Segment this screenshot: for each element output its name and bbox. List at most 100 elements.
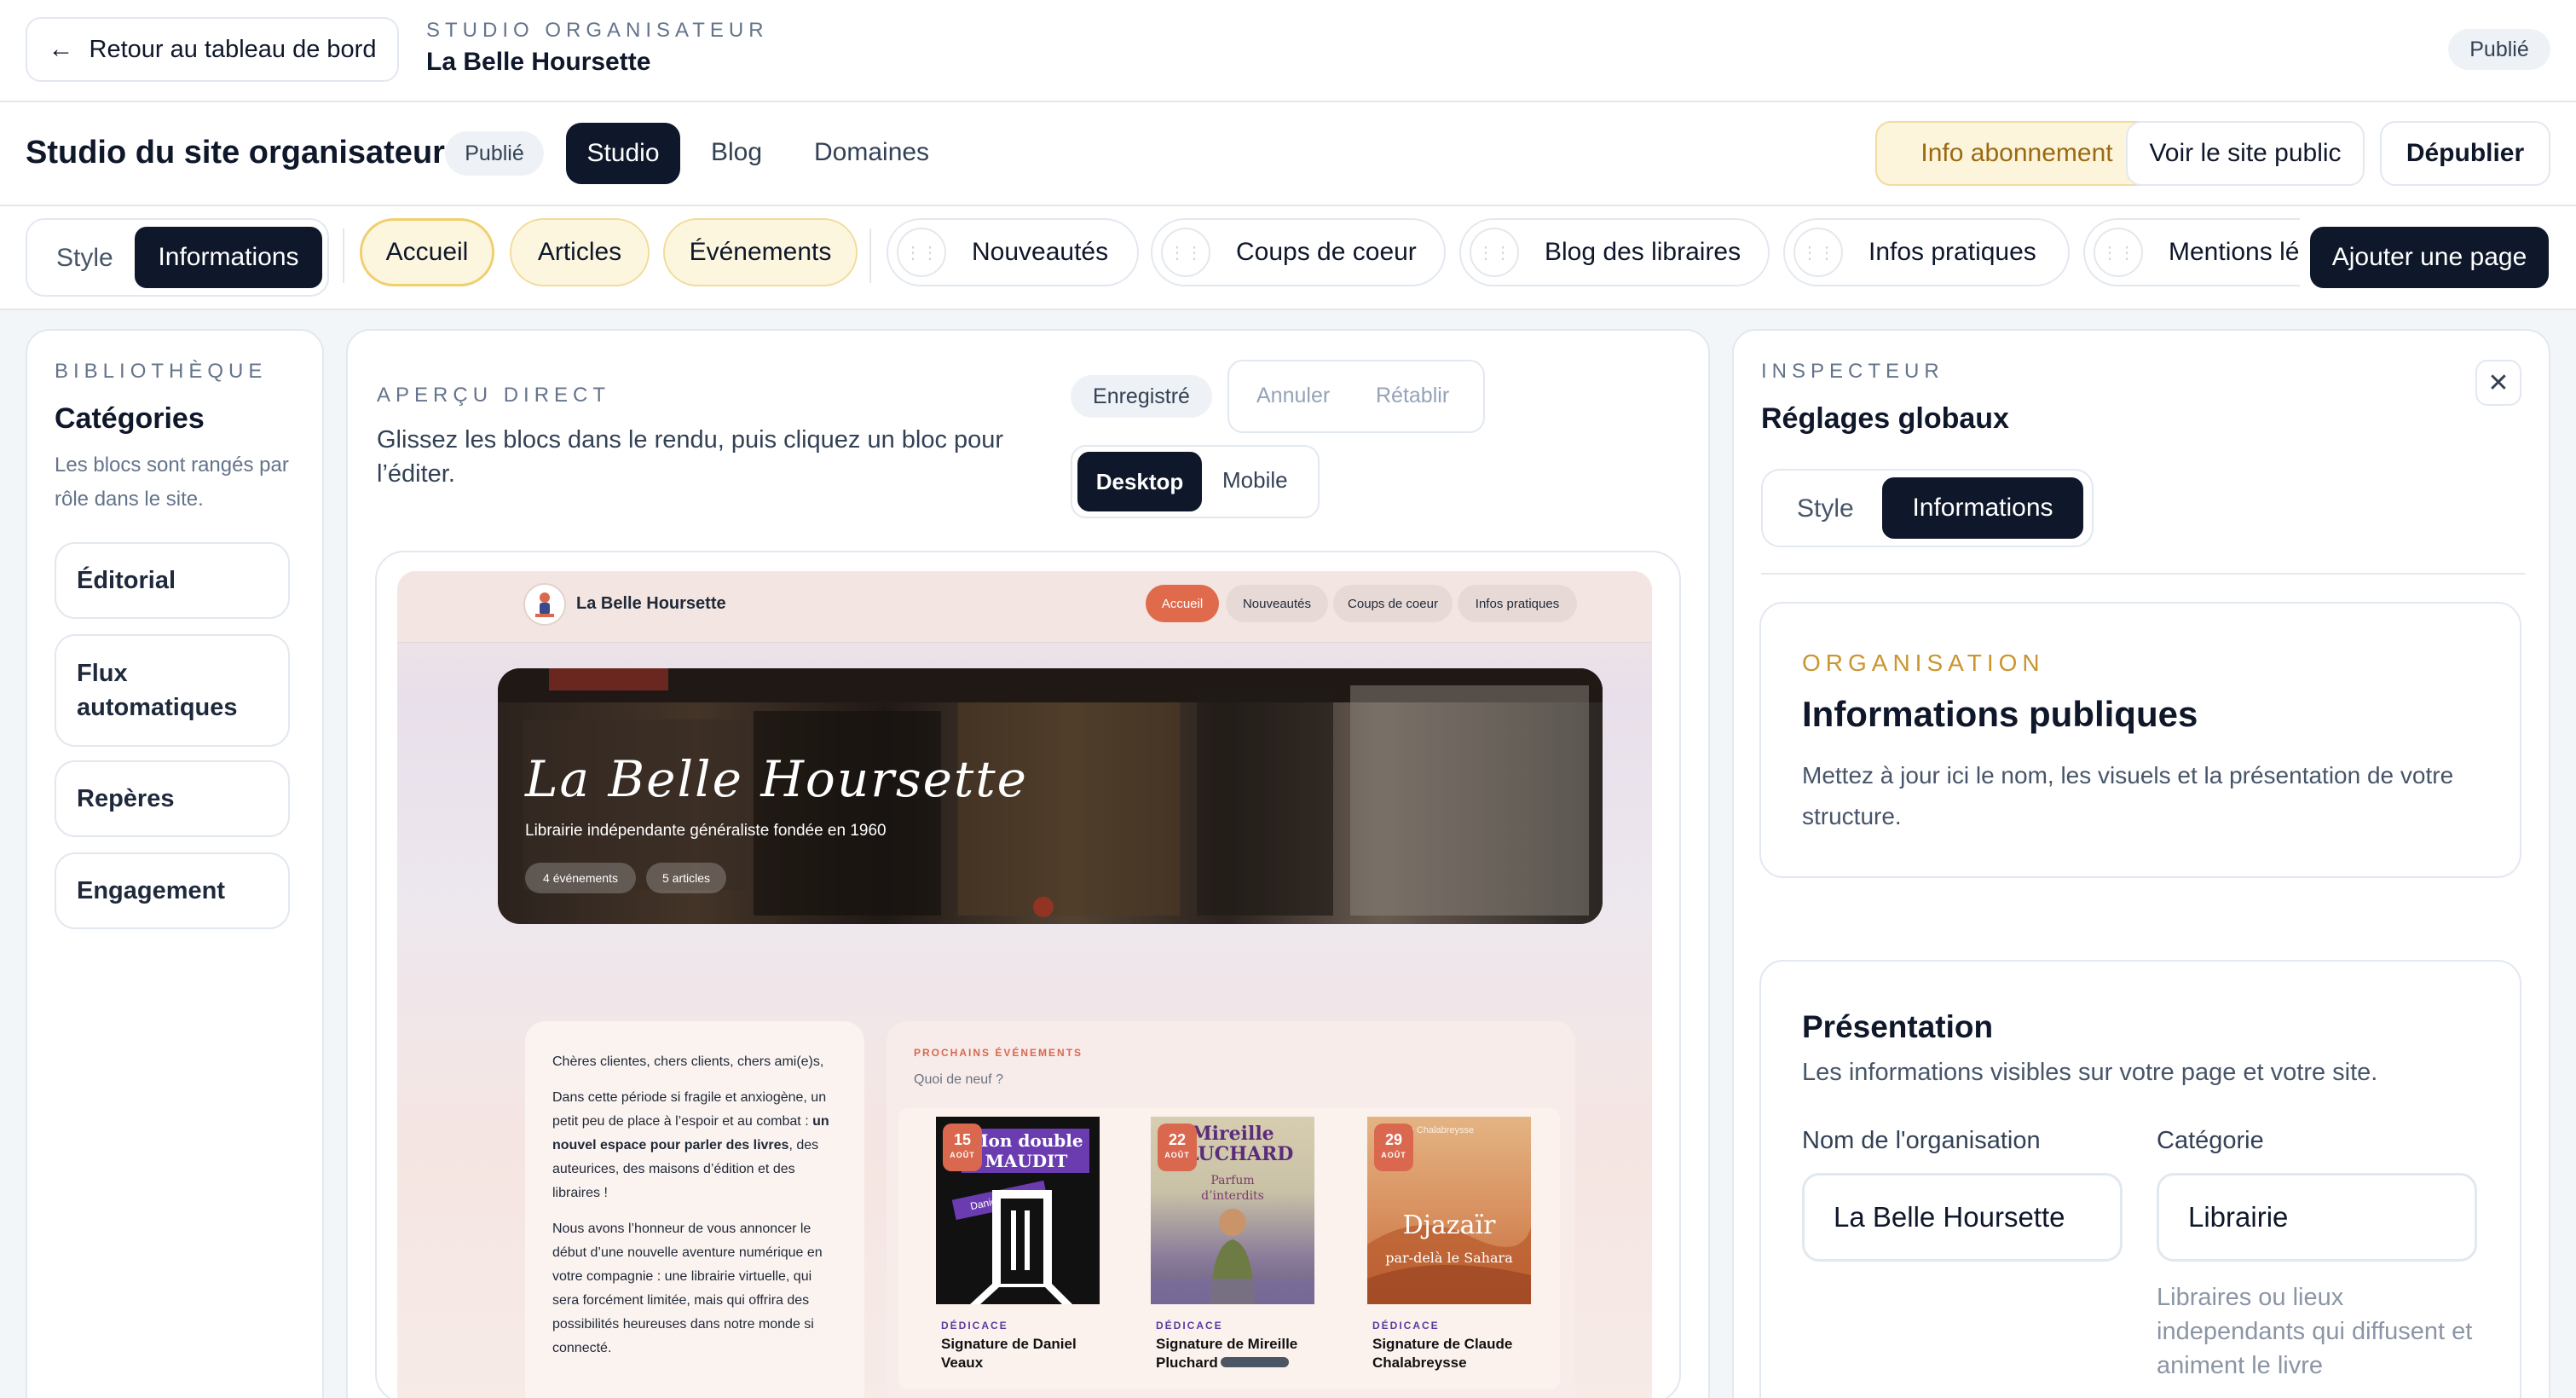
preview-hero[interactable]: La Belle Hoursette Librairie indépendant… <box>498 668 1603 924</box>
inspector-kicker: INSPECTEUR <box>1761 360 1944 383</box>
events-subtitle: Quoi de neuf ? <box>914 1072 1003 1087</box>
header-status-badge: Publié <box>445 131 544 176</box>
preview-kicker: APERÇU DIRECT <box>377 384 611 407</box>
history-group: Annuler Rétablir <box>1227 360 1485 433</box>
preview-logo <box>523 583 566 626</box>
cover-subtitle: par-delà le Sahara <box>1385 1250 1513 1266</box>
site-name: La Belle Hoursette <box>426 48 651 76</box>
category-input[interactable]: Librairie <box>2157 1173 2477 1262</box>
letter-greeting: Chères clientes, chers clients, chers am… <box>552 1054 824 1069</box>
device-toggle: Desktop Mobile <box>1071 445 1320 518</box>
device-tab-desktop[interactable]: Desktop <box>1077 452 1202 511</box>
page-tab-infos-pratiques[interactable]: ⋮⋮ Infos pratiques <box>1783 218 2070 286</box>
inspector-title: Réglages globaux <box>1761 402 2009 435</box>
studio-header: Studio du site organisateur Publié Studi… <box>0 102 2576 206</box>
tab-blog[interactable]: Blog <box>711 138 762 167</box>
events-kicker: PROCHAINS ÉVÉNEMENTS <box>914 1047 1083 1059</box>
unpublish-button[interactable]: Dépublier <box>2380 121 2550 186</box>
org-name-label: Nom de l'organisation <box>1802 1127 2041 1154</box>
scroll-indicator[interactable] <box>1221 1357 1289 1367</box>
subscription-info-button[interactable]: Info abonnement <box>1875 121 2158 186</box>
drag-handle-icon[interactable]: ⋮⋮ <box>1470 228 1519 277</box>
event-title: Signature de Claude Chalabreysse <box>1372 1336 1513 1371</box>
category-engagement[interactable]: Engagement <box>55 852 290 929</box>
drag-handle-icon[interactable]: ⋮⋮ <box>897 228 946 277</box>
event-title: Signature de Daniel Veaux <box>941 1336 1077 1371</box>
event-card[interactable]: Mon double MAUDIT Daniel Veaux 15AOÛT DÉ… <box>898 1108 1129 1389</box>
page-tab-label: Événements <box>689 238 832 266</box>
inspector-divider <box>1761 573 2525 575</box>
status-badge: Publié <box>2448 29 2550 70</box>
category-flux-automatiques[interactable]: Flux automatiques <box>55 634 290 747</box>
preview-nav-nouveautes[interactable]: Nouveautés <box>1226 585 1328 622</box>
tab-studio[interactable]: Studio <box>566 123 680 184</box>
page-tab-articles[interactable]: Articles <box>510 218 650 286</box>
organisation-card: ORGANISATION Informations publiques Mett… <box>1759 602 2521 878</box>
event-date: 15 AOÛT <box>943 1124 982 1171</box>
drag-handle-icon[interactable]: ⋮⋮ <box>2094 228 2143 277</box>
back-label: Retour au tableau de bord <box>89 35 377 63</box>
preview-brand: La Belle Hoursette <box>576 594 726 613</box>
tab-domaines[interactable]: Domaines <box>814 138 929 167</box>
page-tab-mentions-legales[interactable]: ⋮⋮ Mentions lé <box>2083 218 2300 286</box>
mode-toggle: Style Informations <box>26 218 329 297</box>
organisation-description: Mettez à jour ici le nom, les visuels et… <box>1802 762 2454 829</box>
preview-nav-infos-pratiques[interactable]: Infos pratiques <box>1458 585 1577 622</box>
preview-nav-accueil[interactable]: Accueil <box>1146 585 1219 622</box>
device-tab-mobile[interactable]: Mobile <box>1222 467 1288 494</box>
preview-letter-card[interactable]: Chères clientes, chers clients, chers am… <box>525 1021 864 1398</box>
mode-tab-informations[interactable]: Informations <box>135 227 322 288</box>
view-public-site-button[interactable]: Voir le site public <box>2126 121 2365 186</box>
letter-paragraph-2: Nous avons l’honneur de vous annoncer le… <box>552 1222 823 1355</box>
hero-badge-articles: 5 articles <box>646 863 726 893</box>
arrow-left-icon: ← <box>48 35 74 63</box>
category-reperes[interactable]: Repères <box>55 760 290 837</box>
page-tab-coups-de-coeur[interactable]: ⋮⋮ Coups de coeur <box>1151 218 1446 286</box>
top-bar: ← Retour au tableau de bord STUDIO ORGAN… <box>0 0 2576 102</box>
inspector-tab-style[interactable]: Style <box>1797 494 1854 523</box>
page-title: Studio du site organisateur <box>26 135 445 170</box>
inspector-mode-toggle: Style Informations <box>1761 469 2094 547</box>
organisation-kicker: ORGANISATION <box>1802 650 2045 676</box>
page-tab-blog-des-libraires[interactable]: ⋮⋮ Blog des libraires <box>1459 218 1770 286</box>
close-inspector-button[interactable]: ✕ <box>2475 360 2521 406</box>
library-description: Les blocs sont rangés par rôle dans le s… <box>55 453 289 511</box>
page-tab-label: Accueil <box>385 238 469 266</box>
cover-title: Djazaïr <box>1402 1210 1496 1240</box>
hero-badge-events: 4 événements <box>525 863 636 893</box>
presentation-title: Présentation <box>1802 1009 1994 1044</box>
page-tab-evenements[interactable]: Événements <box>663 218 858 286</box>
toolbar-divider <box>343 228 344 283</box>
mode-tab-style[interactable]: Style <box>56 244 113 273</box>
page-tab-nouveautes[interactable]: ⋮⋮ Nouveautés <box>887 218 1139 286</box>
event-tag: DÉDICACE <box>941 1320 1008 1332</box>
page-tab-label: Nouveautés <box>972 238 1109 266</box>
close-icon: ✕ <box>2487 368 2510 397</box>
category-help: Libraires ou lieux independants qui diff… <box>2157 1284 2473 1379</box>
event-card[interactable]: Claude Chalabreysse Djazaïr par-delà le … <box>1330 1108 1560 1389</box>
drag-handle-icon[interactable]: ⋮⋮ <box>1793 228 1843 277</box>
inspector-tab-informations[interactable]: Informations <box>1882 477 2083 539</box>
event-tag: DÉDICACE <box>1156 1320 1223 1332</box>
organisation-title: Informations publiques <box>1802 694 2198 734</box>
add-page-button[interactable]: Ajouter une page <box>2310 227 2549 288</box>
preview-nav-coups-de-coeur[interactable]: Coups de coeur <box>1333 585 1453 622</box>
drag-handle-icon[interactable]: ⋮⋮ <box>1161 228 1210 277</box>
undo-button[interactable]: Annuler <box>1256 384 1330 408</box>
page-tab-accueil[interactable]: Accueil <box>360 218 494 286</box>
preview-instructions: Glissez les blocs dans le rendu, puis cl… <box>377 426 1004 488</box>
library-title: Catégories <box>55 402 205 435</box>
page-tab-label: Coups de coeur <box>1236 238 1417 266</box>
event-date: 29 AOÛT <box>1374 1124 1413 1171</box>
page-tab-label: Infos pratiques <box>1868 238 2036 266</box>
redo-button[interactable]: Rétablir <box>1376 384 1449 408</box>
library-kicker: BIBLIOTHÈQUE <box>55 360 268 383</box>
page-tab-label: Blog des libraires <box>1545 238 1741 266</box>
back-to-dashboard-button[interactable]: ← Retour au tableau de bord <box>26 17 399 82</box>
org-name-input[interactable]: La Belle Hoursette <box>1802 1173 2123 1262</box>
hero-title: La Belle Hoursette <box>525 750 1028 808</box>
category-editorial[interactable]: Éditorial <box>55 542 290 619</box>
page-tab-label: Mentions lé <box>2169 238 2300 266</box>
category-label: Catégorie <box>2157 1127 2264 1154</box>
event-card[interactable]: Mireille PLUCHARD Parfum d’interdits 22 A… <box>1113 1108 1343 1389</box>
